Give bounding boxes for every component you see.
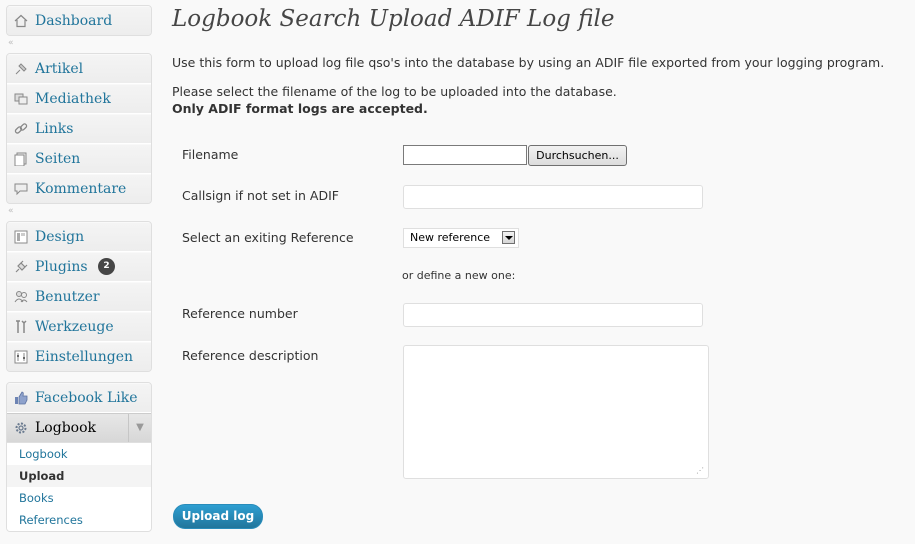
menu-mediathek-label: Mediathek: [35, 91, 111, 107]
link-icon: [14, 123, 28, 134]
menu-logbook-label: Logbook: [35, 420, 96, 436]
menu-mediathek[interactable]: Mediathek: [7, 84, 151, 114]
define-new-hint: or define a new one:: [402, 269, 516, 282]
submenu-toggle-icon[interactable]: ▼: [128, 414, 151, 442]
menu-plugins-label: Plugins: [35, 259, 88, 275]
menu-links[interactable]: Links: [7, 114, 151, 144]
intro-text: Use this form to upload log file qso's i…: [172, 55, 885, 70]
reference-description-textarea[interactable]: ⋰: [403, 345, 709, 479]
menu-einstellungen-label: Einstellungen: [35, 349, 134, 365]
page-title: Logbook Search Upload ADIF Log file: [172, 6, 615, 32]
menu-einstellungen[interactable]: Einstellungen: [7, 342, 151, 371]
instruction-text: Please select the filename of the log to…: [172, 84, 617, 99]
menu-group-plugins: Facebook Like Logbook ▼ Logbook Upload B…: [6, 382, 152, 532]
gear-icon: [15, 422, 27, 434]
plugin-icon: [15, 260, 28, 273]
plugin-update-count-badge: 2: [98, 257, 116, 275]
submenu-references[interactable]: References: [7, 509, 151, 531]
reference-select[interactable]: New reference: [403, 228, 519, 248]
menu-seiten[interactable]: Seiten: [7, 144, 151, 174]
logbook-submenu: Logbook Upload Books References: [7, 442, 151, 531]
collapse-separator: «: [6, 36, 152, 53]
menu-artikel[interactable]: Artikel: [7, 54, 151, 84]
pin-icon: [15, 63, 27, 75]
resize-grip-icon[interactable]: ⋰: [696, 467, 704, 475]
menu-dashboard-label: Dashboard: [35, 13, 113, 29]
menu-facebook-like[interactable]: Facebook Like: [7, 383, 151, 413]
menu-group-admin: Design Plugins 2 Benutzer Werkzeuge Eins…: [6, 221, 152, 372]
menu-kommentare-label: Kommentare: [35, 181, 127, 197]
menu-design-label: Design: [35, 229, 85, 245]
menu-seiten-label: Seiten: [35, 151, 81, 167]
admin-sidebar: Dashboard « Artikel Mediathek Links Seit…: [6, 5, 152, 532]
callsign-input[interactable]: [403, 185, 703, 209]
menu-benutzer[interactable]: Benutzer: [7, 282, 151, 312]
menu-werkzeuge[interactable]: Werkzeuge: [7, 312, 151, 342]
menu-kommentare[interactable]: Kommentare: [7, 174, 151, 203]
menu-design[interactable]: Design: [7, 222, 151, 252]
reference-select-label: Select an exiting Reference: [182, 230, 354, 245]
menu-facebook-like-label: Facebook Like: [35, 390, 138, 406]
reference-description-label: Reference description: [182, 348, 319, 363]
submenu-upload[interactable]: Upload: [7, 465, 151, 487]
reference-select-value: New reference: [410, 231, 491, 244]
reference-number-label: Reference number: [182, 306, 298, 321]
menu-benutzer-label: Benutzer: [35, 289, 100, 305]
design-icon: [14, 230, 28, 244]
comment-icon: [14, 183, 28, 196]
collapse-arrow-icon[interactable]: «: [8, 38, 14, 48]
settings-icon: [14, 350, 28, 364]
submenu-books[interactable]: Books: [7, 487, 151, 509]
collapse-arrow-icon[interactable]: «: [8, 206, 14, 216]
users-icon: [14, 291, 28, 303]
filename-input[interactable]: [403, 145, 527, 165]
reference-number-input[interactable]: [403, 303, 703, 327]
menu-logbook[interactable]: Logbook ▼: [7, 413, 151, 442]
callsign-label: Callsign if not set in ADIF: [182, 188, 339, 203]
media-icon: [14, 93, 28, 105]
collapse-separator-2: «: [6, 204, 152, 221]
thumbs-up-icon: [15, 391, 28, 405]
home-icon: [14, 14, 28, 28]
pages-icon: [14, 152, 27, 166]
menu-artikel-label: Artikel: [35, 61, 84, 77]
upload-log-button[interactable]: Upload log: [173, 504, 263, 529]
submenu-logbook[interactable]: Logbook: [7, 443, 151, 465]
menu-werkzeuge-label: Werkzeuge: [35, 319, 114, 335]
browse-button[interactable]: Durchsuchen...: [528, 145, 627, 166]
tools-icon: [16, 320, 27, 333]
menu-dashboard[interactable]: Dashboard: [7, 6, 151, 35]
filename-label: Filename: [182, 147, 239, 162]
dropdown-arrow-icon[interactable]: [502, 231, 515, 244]
menu-plugins[interactable]: Plugins 2: [7, 252, 151, 282]
format-notice: Only ADIF format logs are accepted.: [172, 101, 428, 116]
menu-group-content: Artikel Mediathek Links Seiten Kommentar…: [6, 53, 152, 204]
menu-group-dashboard: Dashboard: [6, 5, 152, 36]
menu-links-label: Links: [35, 121, 74, 137]
